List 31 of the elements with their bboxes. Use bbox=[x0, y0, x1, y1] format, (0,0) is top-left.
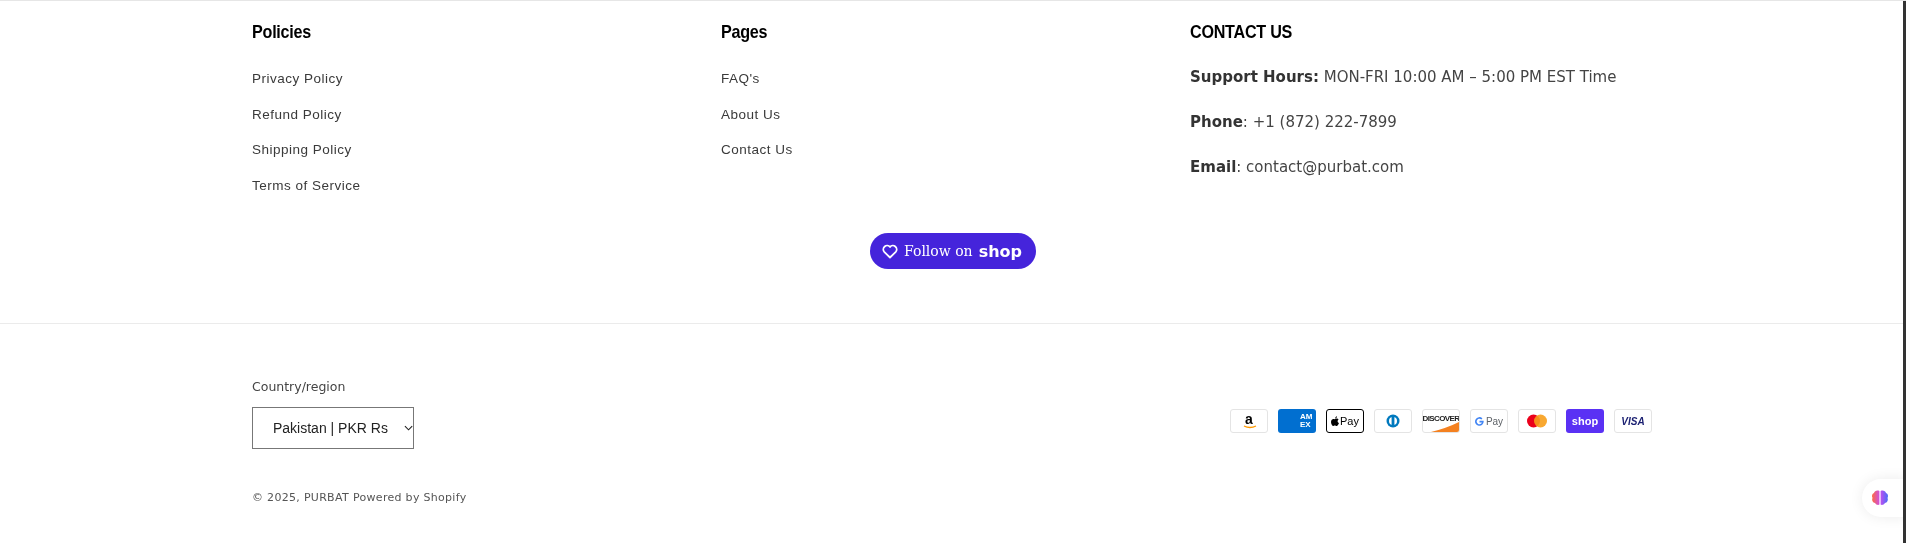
footer-link[interactable]: FAQ's bbox=[721, 71, 760, 87]
country-label: Country/region bbox=[252, 379, 346, 395]
footer-link[interactable]: Privacy Policy bbox=[252, 71, 344, 87]
contact-line: Support Hours: MON-FRI 10:00 AM – 5:00 PM EST Time bbox=[1190, 68, 1617, 87]
apple-pay-icon: Pay bbox=[1326, 409, 1364, 433]
contact-line: Phone: +1 (872) 222-7899 bbox=[1190, 113, 1397, 132]
footer-link[interactable]: Contact Us bbox=[721, 142, 793, 158]
country-select[interactable]: Pakistan | PKR Rs bbox=[252, 407, 414, 449]
google-pay-icon: Pay bbox=[1470, 409, 1508, 433]
shop-pay-icon: shop bbox=[1566, 409, 1604, 433]
footer-link[interactable]: Terms of Service bbox=[252, 177, 361, 194]
visa-icon: VISA bbox=[1614, 409, 1652, 433]
contact-line: Email: contact@purbat.com bbox=[1190, 158, 1404, 177]
footer-link[interactable]: Shipping Policy bbox=[252, 142, 352, 158]
follow-button[interactable]: Follow on shop bbox=[870, 233, 1036, 269]
chevron-down-icon bbox=[403, 425, 413, 431]
chat-widget-button[interactable] bbox=[1862, 479, 1906, 517]
column-heading: Pages bbox=[721, 21, 768, 43]
amazon-pay-icon: a bbox=[1230, 409, 1268, 433]
powered-by-link[interactable]: Powered by Shopify bbox=[352, 491, 467, 504]
brain-icon bbox=[1871, 490, 1889, 506]
diners-club-icon bbox=[1374, 409, 1412, 433]
copyright-text: © 2025, PURBAT bbox=[252, 491, 349, 504]
footer-link[interactable]: About Us bbox=[721, 106, 781, 123]
heart-icon bbox=[882, 243, 898, 259]
amex-icon: AM EX bbox=[1278, 409, 1316, 433]
discover-icon: DISCOVER bbox=[1422, 409, 1460, 433]
footer-link[interactable]: Refund Policy bbox=[252, 106, 342, 123]
column-heading: Policies bbox=[252, 21, 311, 43]
mastercard-icon bbox=[1518, 409, 1556, 433]
column-heading: CONTACT US bbox=[1190, 21, 1293, 43]
